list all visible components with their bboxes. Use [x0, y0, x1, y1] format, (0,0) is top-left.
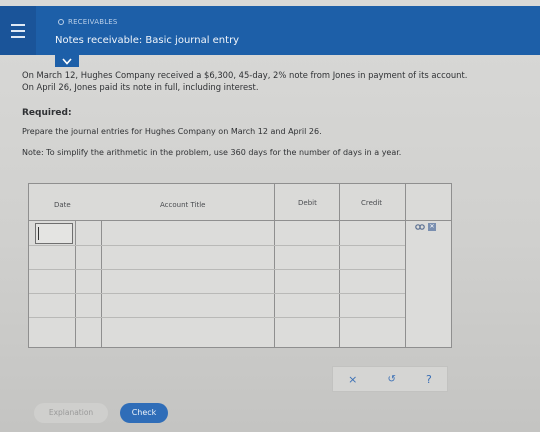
grid-line: [405, 184, 406, 348]
instruction-text: Prepare the journal entries for Hughes C…: [22, 127, 322, 136]
clear-icon[interactable]: ×: [348, 373, 357, 386]
answer-toolbar: × ↺ ?: [332, 366, 448, 392]
grid-line: [339, 184, 340, 348]
column-header-credit: Credit: [361, 199, 383, 207]
hamburger-icon: [11, 23, 25, 38]
required-heading: Required:: [22, 108, 72, 118]
help-icon[interactable]: ?: [426, 373, 432, 386]
check-button[interactable]: Check: [120, 403, 168, 423]
problem-line-2: On April 26, Jones paid its note in full…: [22, 82, 259, 92]
column-header-account-title: Account Title: [160, 201, 206, 209]
topic-row: RECEIVABLES: [58, 18, 118, 26]
date-input[interactable]: [35, 223, 73, 244]
row-divider: [29, 269, 405, 270]
grid-line: [75, 220, 76, 348]
note-text: Note: To simplify the arithmetic in the …: [22, 148, 402, 157]
delete-row-icon[interactable]: ✕: [428, 223, 436, 231]
text-caret: [38, 227, 39, 240]
header-bar: RECEIVABLES Notes receivable: Basic jour…: [0, 6, 540, 55]
column-header-debit: Debit: [298, 199, 317, 207]
grid-line: [274, 184, 275, 348]
column-header-date: Date: [54, 201, 71, 209]
table-header-row: Date Account Title Debit Credit: [29, 184, 451, 221]
problem-statement: On March 12, Hughes Company received a $…: [22, 69, 534, 93]
explanation-button[interactable]: Explanation: [34, 403, 108, 423]
chevron-down-icon: [62, 57, 72, 65]
row-divider: [29, 245, 405, 246]
undo-icon[interactable]: ↺: [387, 374, 395, 385]
page-title: Notes receivable: Basic journal entry: [55, 35, 240, 46]
topic-label: RECEIVABLES: [68, 18, 118, 26]
row-divider: [29, 293, 405, 294]
row-divider: [29, 317, 405, 318]
circle-icon: [58, 19, 64, 25]
row-tools: ✕: [415, 223, 436, 231]
collapse-toggle[interactable]: [55, 55, 79, 67]
journal-entry-table: Date Account Title Debit Credit ✕: [28, 183, 452, 348]
link-icon[interactable]: [415, 223, 425, 231]
menu-button[interactable]: [0, 6, 36, 55]
grid-line: [101, 220, 102, 348]
problem-line-1: On March 12, Hughes Company received a $…: [22, 70, 468, 80]
page: RECEIVABLES Notes receivable: Basic jour…: [0, 0, 540, 432]
